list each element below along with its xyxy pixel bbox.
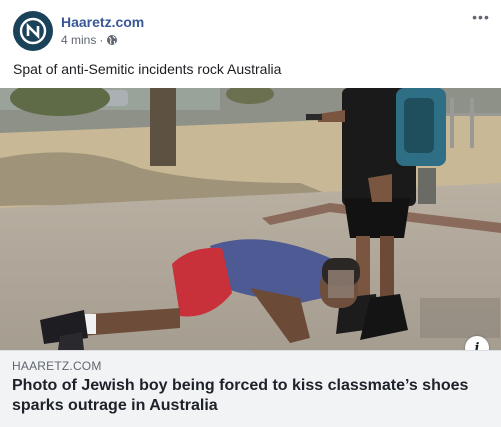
globe-icon xyxy=(106,34,118,46)
page-avatar[interactable] xyxy=(13,11,53,51)
link-preview-caption[interactable]: HAARETZ.COM Photo of Jewish boy being fo… xyxy=(0,350,501,427)
post-text: Spat of anti-Semitic incidents rock Aust… xyxy=(13,61,282,77)
post-timestamp[interactable]: 4 mins xyxy=(61,32,96,48)
link-preview-image[interactable] xyxy=(0,88,501,350)
facebook-post: Haaretz.com 4 mins · ••• Spat of anti-Se… xyxy=(0,0,501,427)
post-header: Haaretz.com 4 mins · ••• xyxy=(13,9,493,53)
ellipsis-icon: ••• xyxy=(472,9,490,25)
haaretz-logo-icon xyxy=(19,17,47,45)
post-meta: Haaretz.com 4 mins · xyxy=(61,13,144,48)
post-time-row: 4 mins · xyxy=(61,32,144,48)
separator-dot: · xyxy=(99,33,104,47)
link-domain: HAARETZ.COM xyxy=(12,359,102,373)
schoolyard-photo xyxy=(0,88,501,350)
more-options-button[interactable]: ••• xyxy=(469,9,493,25)
link-headline[interactable]: Photo of Jewish boy being forced to kiss… xyxy=(12,376,482,416)
page-name-link[interactable]: Haaretz.com xyxy=(61,13,144,31)
